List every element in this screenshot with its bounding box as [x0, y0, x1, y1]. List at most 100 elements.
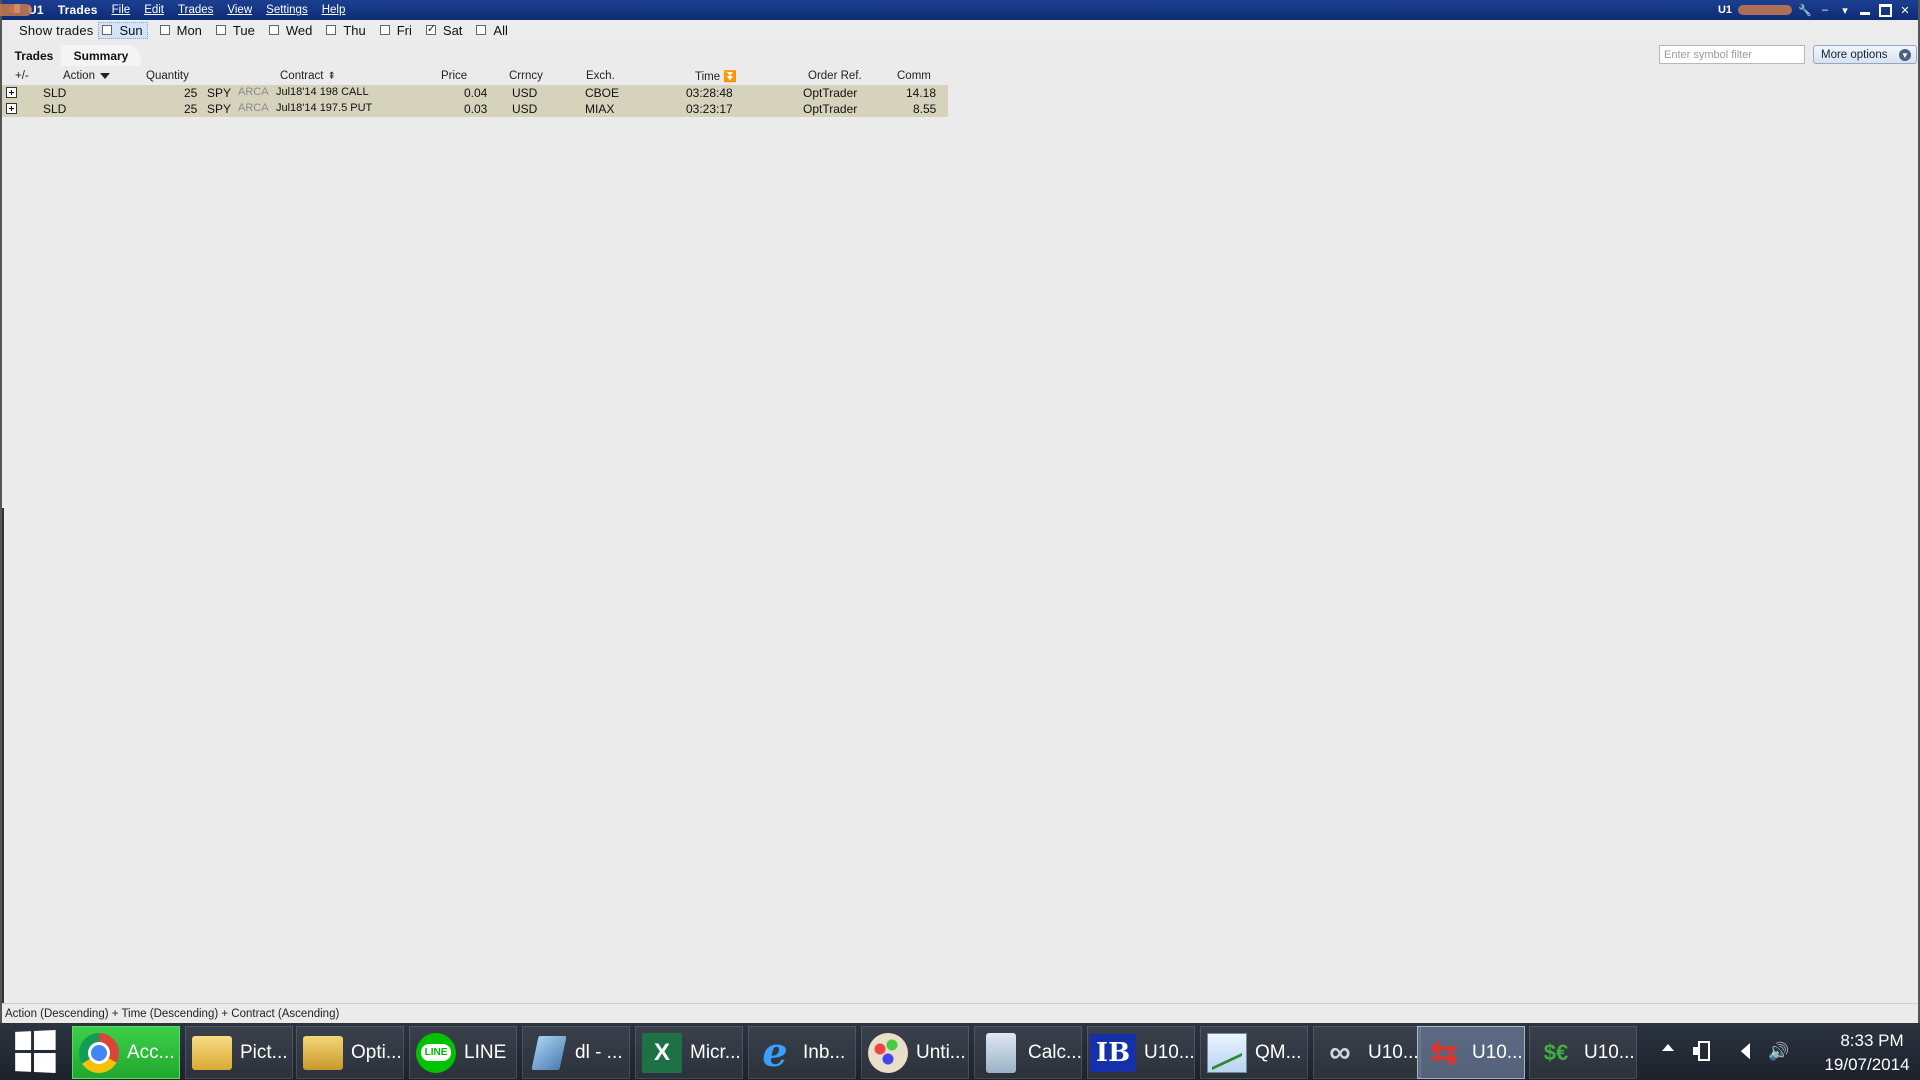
header-quantity[interactable]: Quantity [146, 70, 189, 82]
taskbar-item-calculator[interactable]: Calc... [974, 1026, 1082, 1079]
day-filter-all[interactable]: All [476, 22, 508, 38]
day-label-mon: Mon [176, 22, 202, 38]
table-row[interactable]: SLD 25 SPY ARCA Jul18'14 197.5 PUT 0.03 … [2, 101, 948, 117]
taskbar-item-notepad[interactable]: dl - ... [522, 1026, 630, 1079]
taskbar-item-label: Micr... [690, 1041, 741, 1063]
chevron-down-icon: ▼ [1899, 49, 1911, 61]
day-label-sun: Sun [119, 22, 143, 38]
taskbar-item-trades[interactable]: ⇆ U10... [1417, 1026, 1525, 1079]
taskbar-item-label: U10... [1472, 1041, 1523, 1063]
window-title: Trades [57, 3, 98, 17]
cell-currency: USD [512, 102, 538, 116]
window-edge [2, 508, 4, 1003]
taskbar-item-qm[interactable]: QM... [1200, 1026, 1308, 1079]
taskbar-item-chrome[interactable]: Acc... [72, 1026, 180, 1079]
day-label-all: All [493, 22, 508, 38]
start-button[interactable] [0, 1023, 68, 1080]
title-bar: U1 Trades File Edit Trades View Settings… [0, 0, 1918, 20]
day-filter-fri[interactable]: Fri [379, 23, 412, 38]
checkbox-mon[interactable] [159, 25, 170, 35]
checkbox-fri[interactable] [379, 25, 390, 35]
taskbar-item-currency[interactable]: $€ U10... [1529, 1026, 1637, 1079]
taskbar-item-paint[interactable]: Unti... [861, 1026, 969, 1079]
day-label-tue: Tue [232, 22, 255, 38]
table-row[interactable]: SLD 25 SPY ARCA Jul18'14 198 CALL 0.04 U… [2, 85, 948, 101]
sort-status-bar: Action (Descending) + Time (Descending) … [2, 1003, 1918, 1023]
day-label-sat: Sat [442, 22, 463, 38]
checkbox-thu[interactable] [326, 25, 337, 35]
header-price[interactable]: Price [441, 70, 467, 82]
tab-summary[interactable]: Summary [61, 45, 141, 66]
cell-price: 0.04 [464, 86, 488, 100]
cell-currency: USD [512, 86, 538, 100]
sort-descending-icon [95, 70, 110, 82]
header-action[interactable]: Action [63, 70, 110, 82]
checkbox-tue[interactable] [215, 25, 226, 35]
chevron-down-icon[interactable]: ▾ [1838, 3, 1852, 17]
header-exchange[interactable]: Exch. [586, 70, 615, 82]
menu-view[interactable]: View [227, 4, 252, 16]
excel-icon: X [642, 1032, 682, 1073]
battery-icon[interactable] [1693, 1041, 1710, 1061]
tab-trades[interactable]: Trades [7, 45, 61, 66]
clock-time[interactable]: 8:33 PM [1824, 1031, 1920, 1051]
maximize-button[interactable] [1878, 3, 1892, 17]
speaker-icon[interactable]: 🔊 [1768, 1042, 1789, 1062]
minimize-button[interactable] [1858, 3, 1872, 17]
cell-contract: Jul18'14 197.5 PUT [276, 102, 373, 114]
redacted-account-mark-right [1738, 5, 1792, 15]
header-contract[interactable]: Contract ⇞ [280, 70, 336, 82]
currency-icon: $€ [1543, 1039, 1569, 1065]
taskbar-item-ib[interactable]: IB U10... [1087, 1026, 1195, 1079]
wrench-icon[interactable]: 🔧 [1798, 3, 1812, 17]
network-signal-icon[interactable] [1732, 1043, 1750, 1059]
title-bar-controls: U1 🔧 ‒ ▾ ✕ [1718, 3, 1918, 17]
pin-icon[interactable]: ‒ [1818, 3, 1832, 17]
menu-file[interactable]: File [112, 4, 131, 16]
taskbar-item-chain[interactable]: ∞ U10... [1313, 1026, 1421, 1079]
checkbox-sun[interactable] [102, 25, 113, 35]
taskbar-item-options-folder[interactable]: Opti... [296, 1026, 404, 1079]
header-time[interactable]: Time ⏬ [695, 70, 737, 83]
taskbar-item-line[interactable]: LINE LINE [409, 1026, 517, 1079]
day-filter-mon[interactable]: Mon [159, 22, 202, 38]
clock-date[interactable]: 19/07/2014 [1814, 1055, 1920, 1075]
menu-settings[interactable]: Settings [266, 4, 308, 16]
header-contract-label: Contract [280, 70, 324, 82]
chain-icon: ∞ [1329, 1035, 1351, 1069]
expand-row-icon[interactable] [6, 103, 17, 114]
day-filter-thu[interactable]: Thu [326, 22, 366, 38]
cell-contract: Jul18'14 198 CALL [276, 86, 369, 98]
chrome-icon [79, 1032, 119, 1073]
header-currency[interactable]: Crrncy [509, 70, 543, 82]
header-order-ref[interactable]: Order Ref. [808, 70, 862, 82]
system-tray: 🔊 8:33 PM 19/07/2014 [1640, 1023, 1920, 1080]
taskbar: Acc... Pict... Opti... LINE LINE dl - ..… [0, 1023, 1920, 1080]
menu-help[interactable]: Help [322, 4, 346, 16]
taskbar-item-label: U10... [1584, 1041, 1635, 1063]
sort-ascending-icon: ⇞ [327, 71, 336, 82]
symbol-filter-input[interactable] [1659, 45, 1805, 64]
day-filter-sat[interactable]: Sat [425, 22, 463, 38]
show-hidden-icons-icon[interactable] [1662, 1044, 1674, 1051]
menu-trades[interactable]: Trades [178, 4, 213, 16]
checkbox-all[interactable] [476, 25, 487, 35]
taskbar-item-pictures[interactable]: Pict... [185, 1026, 293, 1079]
taskbar-item-excel[interactable]: X Micr... [635, 1026, 743, 1079]
menu-edit[interactable]: Edit [144, 4, 164, 16]
close-button[interactable]: ✕ [1898, 3, 1912, 17]
table-header: +/- Action Quantity Contract ⇞ Price Crrn… [2, 68, 948, 85]
checkbox-sat[interactable] [425, 22, 436, 35]
taskbar-item-label: dl - ... [575, 1041, 623, 1063]
header-expand[interactable]: +/- [15, 70, 29, 82]
day-filter-sun[interactable]: Sun [98, 21, 148, 39]
day-filter-tue[interactable]: Tue [215, 22, 255, 38]
taskbar-item-internet-explorer[interactable]: e Inb... [748, 1026, 856, 1079]
taskbar-item-label: Calc... [1028, 1041, 1081, 1063]
checkbox-wed[interactable] [268, 25, 279, 35]
expand-row-icon[interactable] [6, 87, 17, 98]
header-comm[interactable]: Comm [897, 70, 931, 82]
more-options-button[interactable]: More options ▼ [1813, 45, 1917, 64]
day-filter-wed[interactable]: Wed [268, 23, 312, 38]
day-label-thu: Thu [343, 22, 366, 38]
